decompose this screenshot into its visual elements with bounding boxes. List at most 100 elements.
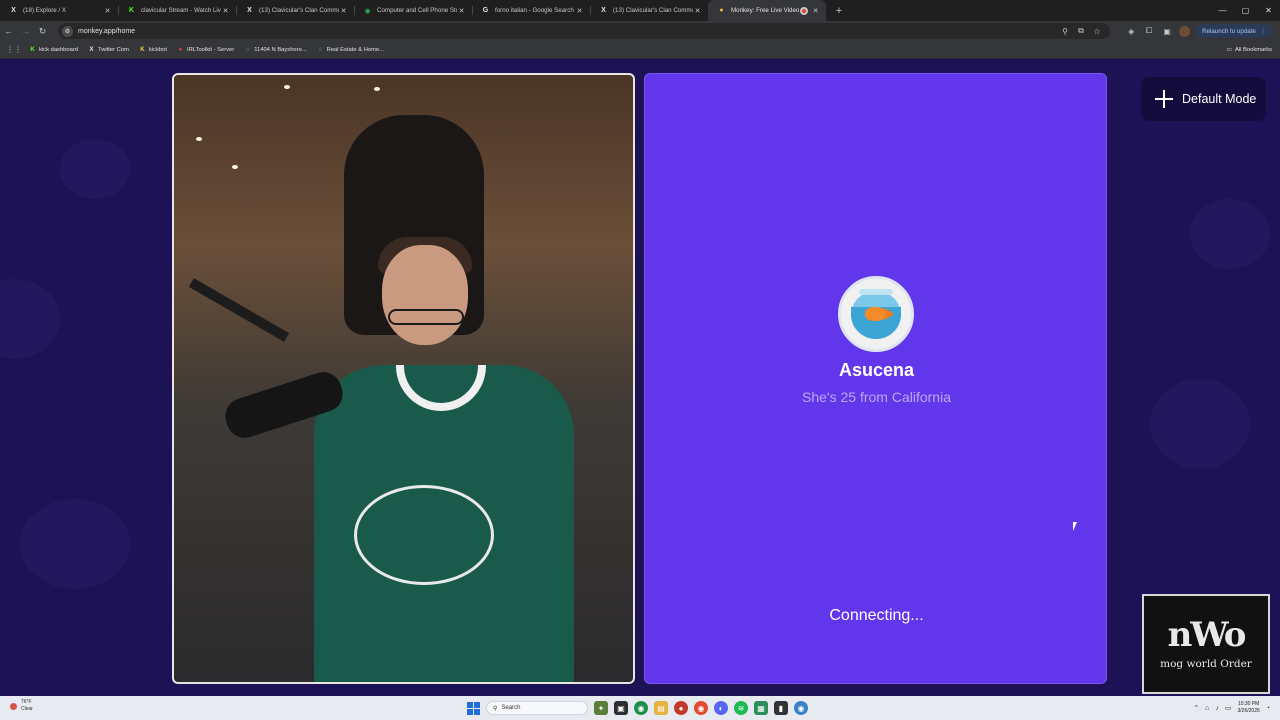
default-mode-button[interactable]: Default Mode [1141, 77, 1266, 121]
browser-tab[interactable]: ◉ Computer and Cell Phone Store ✕ [354, 0, 472, 21]
weather-widget[interactable]: 76°F Clear [10, 699, 33, 713]
taskbar-clock[interactable]: 10:30 PM 3/26/2026 [1238, 701, 1260, 715]
goldfish-icon [865, 307, 887, 321]
spotify-icon[interactable]: ≋ [734, 701, 748, 715]
background-blob [0, 279, 60, 359]
bookmark-item[interactable]: ⌂ 11404 N Bayshore... [244, 46, 307, 53]
monkey-logo-icon: ● [719, 7, 724, 14]
browser-tab[interactable]: Kclavicular Stream - Watch Live o ✕ [118, 0, 236, 21]
bookmark-label: IRLToolkit - Server [186, 46, 235, 53]
task-view-icon[interactable]: ▣ [614, 701, 628, 715]
bookmark-label: kickbot [148, 46, 167, 53]
taskbar-search[interactable]: ⚲ Search [486, 701, 588, 715]
close-tab-icon[interactable]: ✕ [339, 7, 348, 15]
mic-arm [188, 278, 290, 342]
all-bookmarks-button[interactable]: ▭ All Bookmarks [1226, 41, 1272, 59]
spreadsheet-icon[interactable]: ▦ [754, 701, 768, 715]
bookmark-item[interactable]: ⌂ Real Estate & Home... [317, 46, 384, 53]
side-panel-icon[interactable]: ▣ [1161, 27, 1173, 36]
close-window-icon[interactable]: ✕ [1257, 0, 1280, 21]
recording-indicator-icon[interactable] [800, 6, 808, 15]
x-logo-icon: X [247, 7, 252, 14]
bookmark-favicon: K [140, 46, 145, 53]
browser-tab[interactable]: ● Monkey: Free Live Video Ch ✕ [708, 0, 826, 21]
relaunch-label: Relaunch to update [1202, 27, 1256, 35]
url-text[interactable]: monkey.app/home [78, 28, 135, 35]
watermark-text: mog world Order [1160, 658, 1252, 670]
cast-icon[interactable]: ⧉ [1076, 26, 1086, 36]
profile-avatar[interactable] [1179, 25, 1191, 37]
address-bar[interactable]: ⚙ monkey.app/home ⚲ ⧉ ☆ [58, 23, 1110, 39]
new-tab-icon[interactable]: + [830, 0, 848, 21]
windows-start-icon[interactable] [467, 701, 480, 715]
forward-icon[interactable]: → [17, 21, 34, 41]
bookmark-label: 11404 N Bayshore... [254, 46, 307, 53]
person-face [382, 245, 468, 345]
taskbar-search-placeholder: Search [501, 705, 521, 711]
stranger-video-panel: Asucena She's 25 from California Connect… [644, 73, 1107, 684]
volume-icon[interactable]: ♪ [1215, 705, 1219, 712]
bookmark-item[interactable]: Kkick dashboard [29, 46, 78, 53]
system-tray: ⌃ ⌂ ♪ ▭ 10:30 PM 3/26/2026 ◔ [1193, 699, 1270, 717]
jersey-star-logo [354, 485, 494, 585]
bookmark-favicon: K [30, 46, 35, 53]
tab-title: Computer and Cell Phone Store [377, 7, 457, 14]
search-icon: ⚲ [493, 705, 498, 712]
bookmark-star-icon[interactable]: ☆ [1092, 27, 1102, 36]
close-tab-icon[interactable]: ✕ [221, 7, 230, 15]
reload-icon[interactable]: ↻ [34, 21, 51, 41]
ceiling-light [196, 137, 202, 141]
file-explorer-icon[interactable]: ▤ [654, 701, 668, 715]
browser-tab[interactable]: X (13) Clavicular's Clan Communit ✕ [236, 0, 354, 21]
close-tab-icon[interactable]: ✕ [575, 7, 584, 15]
apps-grid-icon[interactable]: ⋮⋮ [6, 45, 24, 54]
x-logo-icon: X [601, 7, 606, 14]
relaunch-button[interactable]: Relaunch to update ⋮ [1196, 24, 1272, 38]
discord-icon[interactable]: ◐ [714, 701, 728, 715]
back-icon[interactable]: ← [0, 21, 17, 41]
site-info-icon[interactable]: ⚙ [62, 25, 73, 37]
widgets-icon[interactable]: ✦ [594, 701, 608, 715]
weather-desc: Clear [21, 706, 33, 712]
more-menu-icon: ⋮ [1259, 27, 1266, 35]
chrome-icon[interactable]: ◉ [794, 701, 808, 715]
close-tab-icon[interactable]: ✕ [457, 7, 466, 15]
clock-date: 3/26/2026 [1237, 708, 1260, 714]
extension-icon[interactable]: ◈ [1125, 27, 1137, 36]
chevron-up-icon[interactable]: ⌃ [1193, 704, 1199, 712]
google-logo-icon: G [482, 7, 489, 14]
minimize-icon[interactable]: — [1211, 0, 1234, 21]
weather-temp: 76°F [21, 699, 32, 705]
background-blob [20, 499, 130, 589]
kick-logo-icon: K [128, 7, 135, 14]
close-tab-icon[interactable]: ✕ [103, 7, 112, 15]
bookmark-favicon: ⌂ [318, 46, 322, 53]
goldfish-tail [885, 308, 894, 320]
bookmark-favicon: X [89, 46, 94, 53]
close-tab-icon[interactable]: ✕ [693, 7, 702, 15]
x-logo-icon: X [11, 7, 16, 14]
chrome-icon[interactable]: ◉ [694, 701, 708, 715]
browser-tab[interactable]: X (13) Clavicular's Clan Communit ✕ [590, 0, 708, 21]
connection-status: Connecting... [829, 607, 924, 624]
windows-taskbar: 76°F Clear ⚲ Search ✦ ▣ ◉ ▤ ● ◉ ◐ ≋ ▦ ▮ … [0, 696, 1280, 720]
bookmark-favicon: ⌂ [245, 46, 250, 53]
tab-title: Monkey: Free Live Video Ch [731, 7, 800, 14]
zoom-icon[interactable]: ⚲ [1060, 27, 1070, 36]
fishbowl-rim [859, 289, 893, 295]
browser-tab[interactable]: Gforno italian - Google Search ✕ [472, 0, 590, 21]
chrome-icon[interactable]: ◉ [634, 701, 648, 715]
maximize-icon[interactable]: ▢ [1234, 0, 1257, 21]
bookmark-item[interactable]: ● IRLToolkit - Server [177, 46, 235, 53]
close-tab-icon[interactable]: ✕ [811, 7, 820, 15]
bookmark-item[interactable]: Kkickbot [139, 46, 167, 53]
battery-icon[interactable]: ▭ [1225, 704, 1232, 712]
app-icon[interactable]: ● [674, 701, 688, 715]
app-icon[interactable]: ▮ [774, 701, 788, 715]
extensions-puzzle-icon[interactable]: ⧠ [1143, 26, 1155, 36]
browser-tab[interactable]: X (18) Explore / X ✕ [0, 0, 118, 21]
bookmark-label: Twitter Com [98, 46, 129, 53]
notifications-icon[interactable]: ◔ [1266, 705, 1270, 712]
network-icon[interactable]: ⌂ [1205, 705, 1209, 712]
bookmark-item[interactable]: X Twitter Com [88, 46, 129, 53]
